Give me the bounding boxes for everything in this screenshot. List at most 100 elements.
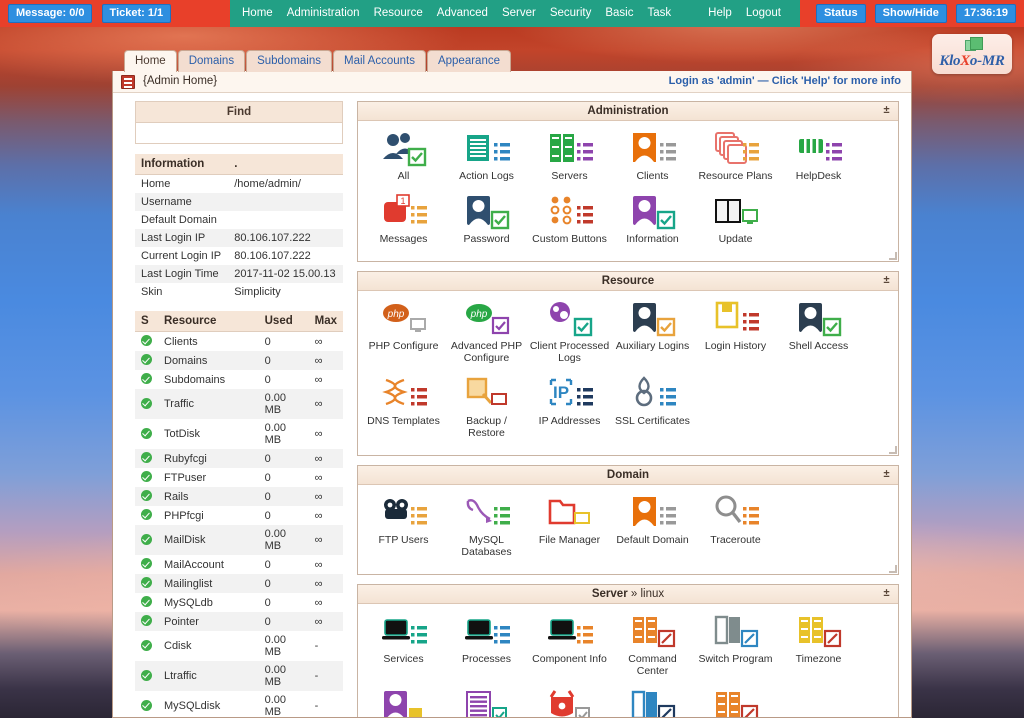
information-row-value[interactable]: 80.106.107.222 xyxy=(228,229,343,247)
panel-item-resource-plans[interactable]: Resource Plans xyxy=(694,129,777,182)
panel-resize-grip[interactable] xyxy=(889,446,897,454)
panel-item-password[interactable]: Password xyxy=(445,192,528,245)
panel-resize-grip[interactable] xyxy=(889,565,897,573)
panel-item-label: Resource Plans xyxy=(698,170,773,182)
panel-item-file-manager[interactable]: File Manager xyxy=(528,493,611,558)
information-row-value[interactable]: Simplicity xyxy=(228,283,343,301)
collapse-icon[interactable]: ± xyxy=(881,275,892,286)
status-badge[interactable]: Status xyxy=(815,4,866,23)
menu-item-server[interactable]: Server xyxy=(495,0,543,27)
search-input[interactable] xyxy=(136,123,342,143)
panel-item-component-info[interactable]: Component Info xyxy=(528,612,611,677)
panel-item-backup-restore[interactable]: Backup / Restore xyxy=(445,374,528,439)
panel-item-servers-blue[interactable] xyxy=(611,687,694,717)
information-row-value[interactable]: 2017-11-02 15.00.13 xyxy=(228,265,343,283)
menu-item-help[interactable]: Help xyxy=(701,0,739,27)
showhide-badge[interactable]: Show/Hide xyxy=(874,4,947,23)
information-row: Last Login IP 80.106.107.222 xyxy=(135,229,343,247)
menu-item-security[interactable]: Security xyxy=(543,0,599,27)
panel-item-all[interactable]: All xyxy=(362,129,445,182)
panel-item-login-history[interactable]: Login History xyxy=(694,299,777,364)
panel-item-mysql-databases[interactable]: MySQL Databases xyxy=(445,493,528,558)
panel-item-auxiliary-logins[interactable]: Auxiliary Logins xyxy=(611,299,694,364)
panel-resize-grip[interactable] xyxy=(889,252,897,260)
admin-home-icon xyxy=(121,75,135,89)
tab-appearance[interactable]: Appearance xyxy=(426,50,511,72)
collapse-icon[interactable]: ± xyxy=(881,105,892,116)
panel-item-command-center[interactable]: Command Center xyxy=(611,612,694,677)
panel-item-update[interactable]: Update xyxy=(694,192,777,245)
panel-item-ip-addresses[interactable]: IP IP Addresses xyxy=(528,374,611,439)
panel-item-services[interactable]: Services xyxy=(362,612,445,677)
menu-item-task[interactable]: Task xyxy=(640,0,678,27)
panel-item-clients[interactable]: Clients xyxy=(611,129,694,182)
panel-item-ftp-users[interactable]: FTP Users xyxy=(362,493,445,558)
panel-administration: Administration ± All Action Logs Servers Cli… xyxy=(357,101,899,262)
status-cell xyxy=(135,332,158,352)
panel-item-processes[interactable]: Processes xyxy=(445,612,528,677)
tab-home[interactable]: Home xyxy=(124,50,177,72)
tab-domains[interactable]: Domains xyxy=(177,50,246,72)
resource-max: - xyxy=(308,661,343,691)
menu-item-home[interactable]: Home xyxy=(235,0,280,27)
collapse-icon[interactable]: ± xyxy=(881,469,892,480)
menu-item-logout[interactable]: Logout xyxy=(739,0,788,27)
panel-item-traceroute[interactable]: Traceroute xyxy=(694,493,777,558)
panel-item-dns-templates[interactable]: DNS Templates xyxy=(362,374,445,439)
message-badge[interactable]: Message: 0/0 xyxy=(8,4,93,23)
resource-used: 0.00 MB xyxy=(258,389,309,419)
table-row: MySQLdisk 0.00 MB - xyxy=(135,691,343,717)
panel-item-timezone[interactable]: Timezone xyxy=(777,612,860,677)
panel-item-custom-buttons[interactable]: Custom Buttons xyxy=(528,192,611,245)
panel-item-servers[interactable]: Servers xyxy=(528,129,611,182)
resource-name: PHPfcgi xyxy=(164,509,204,522)
panel-body: All Action Logs Servers Clients Resource Pla… xyxy=(358,121,898,261)
panel-item-default-domain[interactable]: Default Domain xyxy=(611,493,694,558)
panel-item-helpdesk[interactable]: HelpDesk xyxy=(777,129,860,182)
icon-grid: php PHP Configure php Advanced PHP Configur… xyxy=(362,299,894,449)
status-cell xyxy=(135,661,158,691)
collapse-icon[interactable]: ± xyxy=(881,588,892,599)
menu-item-administration[interactable]: Administration xyxy=(280,0,367,27)
ticket-badge[interactable]: Ticket: 1/1 xyxy=(101,4,172,23)
table-row: TotDisk 0.00 MB ∞ xyxy=(135,419,343,449)
information-row-value: 80.106.107.222 xyxy=(234,250,311,262)
panel-item-information[interactable]: Information xyxy=(611,192,694,245)
panel-item-alert-box[interactable] xyxy=(528,687,611,717)
information-row: Default Domain xyxy=(135,211,343,229)
resource-max: ∞ xyxy=(314,509,323,522)
status-ok-icon xyxy=(141,354,152,365)
tab-mail-accounts[interactable]: Mail Accounts xyxy=(333,50,426,72)
panel-item-client-processed-logs[interactable]: Client Processed Logs xyxy=(528,299,611,364)
panel-item-servers-orange[interactable] xyxy=(694,687,777,717)
resource-used: 0 xyxy=(264,509,271,522)
panel-item-advanced-php-configure[interactable]: php Advanced PHP Configure xyxy=(445,299,528,364)
custom-buttons-icon xyxy=(547,192,593,230)
menu-item-resource[interactable]: Resource xyxy=(367,0,430,27)
svg-text:php: php xyxy=(469,309,487,320)
panel-item-log-lines[interactable] xyxy=(445,687,528,717)
ip-addresses-icon: IP xyxy=(547,374,593,412)
resource-max: ∞ xyxy=(308,449,343,468)
panel-item-action-logs[interactable]: Action Logs xyxy=(445,129,528,182)
status-ok-icon xyxy=(141,639,152,651)
menu-item-basic[interactable]: Basic xyxy=(598,0,640,27)
resource-max: ∞ xyxy=(308,525,343,555)
clock-badge: 17:36:19 xyxy=(955,4,1016,23)
panel-item-shell-access[interactable]: Shell Access xyxy=(777,299,860,364)
panel-item-switch-program[interactable]: Switch Program xyxy=(694,612,777,677)
status-cell xyxy=(135,419,158,449)
resource-max: ∞ xyxy=(308,487,343,506)
alert-box-icon xyxy=(547,687,593,717)
menu-item-advanced[interactable]: Advanced xyxy=(430,0,495,27)
status-ok-icon xyxy=(141,452,152,463)
panel-item-user-purple[interactable] xyxy=(362,687,445,717)
panel-item-ssl-certificates[interactable]: SSL Certificates xyxy=(611,374,694,439)
panel-item-label: Update xyxy=(718,233,753,245)
backup-restore-icon xyxy=(464,374,510,412)
information-row-value[interactable]: /home/admin/ xyxy=(228,175,343,194)
information-table: Information . Home/home/admin/Username De… xyxy=(135,154,343,301)
panel-item-messages[interactable]: 1 Messages xyxy=(362,192,445,245)
panel-item-php-configure[interactable]: php PHP Configure xyxy=(362,299,445,364)
tab-subdomains[interactable]: Subdomains xyxy=(246,50,333,72)
